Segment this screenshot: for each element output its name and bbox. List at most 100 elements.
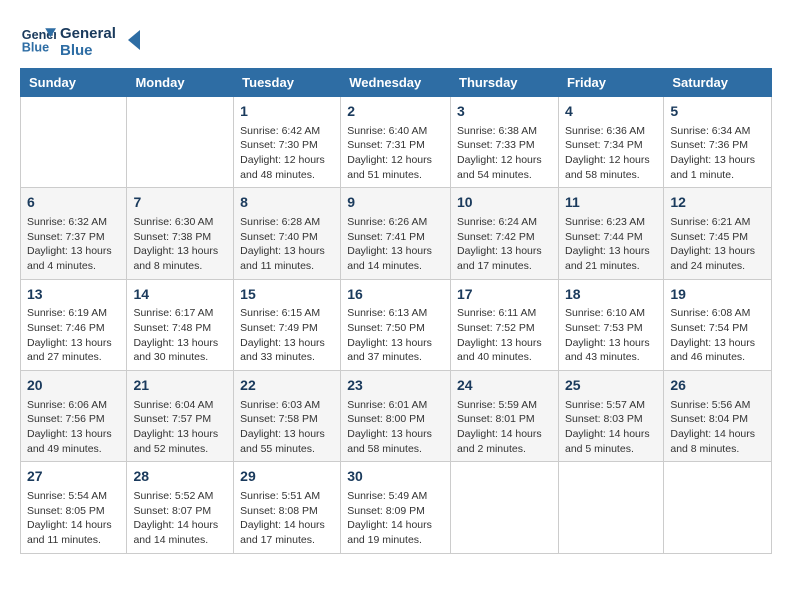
calendar-cell: 30Sunrise: 5:49 AM Sunset: 8:09 PM Dayli… [341, 462, 451, 553]
day-info: Sunrise: 5:54 AM Sunset: 8:05 PM Dayligh… [27, 489, 120, 548]
day-number: 7 [133, 193, 227, 213]
day-number: 30 [347, 467, 444, 487]
day-number: 12 [670, 193, 765, 213]
calendar-cell: 15Sunrise: 6:15 AM Sunset: 7:49 PM Dayli… [234, 279, 341, 370]
svg-text:General: General [60, 25, 116, 42]
day-number: 6 [27, 193, 120, 213]
calendar-cell [451, 462, 559, 553]
calendar-cell: 23Sunrise: 6:01 AM Sunset: 8:00 PM Dayli… [341, 371, 451, 462]
day-info: Sunrise: 6:11 AM Sunset: 7:52 PM Dayligh… [457, 306, 552, 365]
day-info: Sunrise: 5:57 AM Sunset: 8:03 PM Dayligh… [565, 398, 657, 457]
weekday-header-monday: Monday [127, 69, 234, 97]
calendar-cell: 4Sunrise: 6:36 AM Sunset: 7:34 PM Daylig… [558, 97, 663, 188]
day-number: 22 [240, 376, 334, 396]
calendar-header-row: SundayMondayTuesdayWednesdayThursdayFrid… [21, 69, 772, 97]
day-number: 26 [670, 376, 765, 396]
day-number: 17 [457, 285, 552, 305]
day-number: 27 [27, 467, 120, 487]
day-info: Sunrise: 6:15 AM Sunset: 7:49 PM Dayligh… [240, 306, 334, 365]
calendar-table: SundayMondayTuesdayWednesdayThursdayFrid… [20, 68, 772, 554]
calendar-cell: 26Sunrise: 5:56 AM Sunset: 8:04 PM Dayli… [664, 371, 772, 462]
weekday-header-sunday: Sunday [21, 69, 127, 97]
day-number: 24 [457, 376, 552, 396]
day-info: Sunrise: 5:52 AM Sunset: 8:07 PM Dayligh… [133, 489, 227, 548]
calendar-cell: 24Sunrise: 5:59 AM Sunset: 8:01 PM Dayli… [451, 371, 559, 462]
calendar-cell: 2Sunrise: 6:40 AM Sunset: 7:31 PM Daylig… [341, 97, 451, 188]
calendar-cell: 10Sunrise: 6:24 AM Sunset: 7:42 PM Dayli… [451, 188, 559, 279]
day-info: Sunrise: 6:28 AM Sunset: 7:40 PM Dayligh… [240, 215, 334, 274]
day-number: 4 [565, 102, 657, 122]
day-info: Sunrise: 6:40 AM Sunset: 7:31 PM Dayligh… [347, 124, 444, 183]
day-info: Sunrise: 6:24 AM Sunset: 7:42 PM Dayligh… [457, 215, 552, 274]
day-info: Sunrise: 6:08 AM Sunset: 7:54 PM Dayligh… [670, 306, 765, 365]
calendar-cell: 22Sunrise: 6:03 AM Sunset: 7:58 PM Dayli… [234, 371, 341, 462]
day-number: 14 [133, 285, 227, 305]
calendar-week-3: 13Sunrise: 6:19 AM Sunset: 7:46 PM Dayli… [21, 279, 772, 370]
svg-text:Blue: Blue [22, 41, 49, 55]
calendar-cell: 1Sunrise: 6:42 AM Sunset: 7:30 PM Daylig… [234, 97, 341, 188]
day-info: Sunrise: 6:10 AM Sunset: 7:53 PM Dayligh… [565, 306, 657, 365]
calendar-cell: 14Sunrise: 6:17 AM Sunset: 7:48 PM Dayli… [127, 279, 234, 370]
day-number: 13 [27, 285, 120, 305]
calendar-cell: 28Sunrise: 5:52 AM Sunset: 8:07 PM Dayli… [127, 462, 234, 553]
day-info: Sunrise: 6:19 AM Sunset: 7:46 PM Dayligh… [27, 306, 120, 365]
calendar-cell: 27Sunrise: 5:54 AM Sunset: 8:05 PM Dayli… [21, 462, 127, 553]
day-info: Sunrise: 6:26 AM Sunset: 7:41 PM Dayligh… [347, 215, 444, 274]
calendar-body: 1Sunrise: 6:42 AM Sunset: 7:30 PM Daylig… [21, 97, 772, 554]
day-number: 20 [27, 376, 120, 396]
calendar-cell: 19Sunrise: 6:08 AM Sunset: 7:54 PM Dayli… [664, 279, 772, 370]
day-number: 16 [347, 285, 444, 305]
day-info: Sunrise: 5:59 AM Sunset: 8:01 PM Dayligh… [457, 398, 552, 457]
day-number: 29 [240, 467, 334, 487]
calendar-cell: 9Sunrise: 6:26 AM Sunset: 7:41 PM Daylig… [341, 188, 451, 279]
day-number: 9 [347, 193, 444, 213]
day-number: 15 [240, 285, 334, 305]
day-info: Sunrise: 6:03 AM Sunset: 7:58 PM Dayligh… [240, 398, 334, 457]
calendar-cell: 29Sunrise: 5:51 AM Sunset: 8:08 PM Dayli… [234, 462, 341, 553]
day-info: Sunrise: 6:06 AM Sunset: 7:56 PM Dayligh… [27, 398, 120, 457]
day-number: 28 [133, 467, 227, 487]
weekday-header-saturday: Saturday [664, 69, 772, 97]
day-number: 1 [240, 102, 334, 122]
day-number: 18 [565, 285, 657, 305]
day-number: 5 [670, 102, 765, 122]
day-number: 3 [457, 102, 552, 122]
calendar-cell [21, 97, 127, 188]
calendar-cell: 18Sunrise: 6:10 AM Sunset: 7:53 PM Dayli… [558, 279, 663, 370]
day-info: Sunrise: 6:17 AM Sunset: 7:48 PM Dayligh… [133, 306, 227, 365]
day-number: 25 [565, 376, 657, 396]
calendar-cell: 7Sunrise: 6:30 AM Sunset: 7:38 PM Daylig… [127, 188, 234, 279]
day-number: 11 [565, 193, 657, 213]
day-info: Sunrise: 6:34 AM Sunset: 7:36 PM Dayligh… [670, 124, 765, 183]
calendar-cell: 11Sunrise: 6:23 AM Sunset: 7:44 PM Dayli… [558, 188, 663, 279]
day-info: Sunrise: 6:21 AM Sunset: 7:45 PM Dayligh… [670, 215, 765, 274]
svg-text:Blue: Blue [60, 42, 93, 58]
day-info: Sunrise: 5:51 AM Sunset: 8:08 PM Dayligh… [240, 489, 334, 548]
calendar-cell [664, 462, 772, 553]
calendar-cell: 17Sunrise: 6:11 AM Sunset: 7:52 PM Dayli… [451, 279, 559, 370]
calendar-week-5: 27Sunrise: 5:54 AM Sunset: 8:05 PM Dayli… [21, 462, 772, 553]
page-header: General Blue General Blue [20, 20, 772, 58]
day-number: 23 [347, 376, 444, 396]
day-info: Sunrise: 6:01 AM Sunset: 8:00 PM Dayligh… [347, 398, 444, 457]
calendar-week-2: 6Sunrise: 6:32 AM Sunset: 7:37 PM Daylig… [21, 188, 772, 279]
day-number: 10 [457, 193, 552, 213]
calendar-cell: 12Sunrise: 6:21 AM Sunset: 7:45 PM Dayli… [664, 188, 772, 279]
calendar-cell [127, 97, 234, 188]
day-info: Sunrise: 6:36 AM Sunset: 7:34 PM Dayligh… [565, 124, 657, 183]
calendar-cell: 20Sunrise: 6:06 AM Sunset: 7:56 PM Dayli… [21, 371, 127, 462]
weekday-header-tuesday: Tuesday [234, 69, 341, 97]
calendar-week-1: 1Sunrise: 6:42 AM Sunset: 7:30 PM Daylig… [21, 97, 772, 188]
calendar-cell [558, 462, 663, 553]
day-info: Sunrise: 6:38 AM Sunset: 7:33 PM Dayligh… [457, 124, 552, 183]
calendar-cell: 3Sunrise: 6:38 AM Sunset: 7:33 PM Daylig… [451, 97, 559, 188]
day-number: 21 [133, 376, 227, 396]
day-number: 8 [240, 193, 334, 213]
day-number: 19 [670, 285, 765, 305]
calendar-week-4: 20Sunrise: 6:06 AM Sunset: 7:56 PM Dayli… [21, 371, 772, 462]
day-info: Sunrise: 5:49 AM Sunset: 8:09 PM Dayligh… [347, 489, 444, 548]
calendar-cell: 8Sunrise: 6:28 AM Sunset: 7:40 PM Daylig… [234, 188, 341, 279]
logo: General Blue General Blue [20, 20, 150, 58]
calendar-cell: 6Sunrise: 6:32 AM Sunset: 7:37 PM Daylig… [21, 188, 127, 279]
day-info: Sunrise: 5:56 AM Sunset: 8:04 PM Dayligh… [670, 398, 765, 457]
